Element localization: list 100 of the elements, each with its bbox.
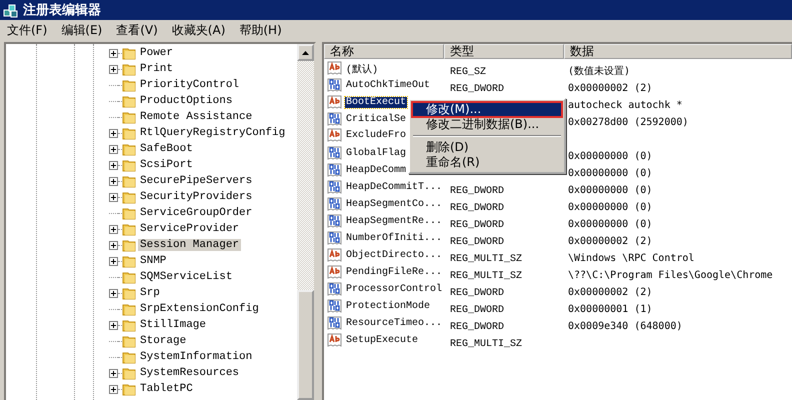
tree-item[interactable]: ScsiPort [138, 159, 195, 171]
tree-item[interactable]: Session Manager [138, 239, 242, 251]
expand-icon[interactable] [109, 160, 118, 170]
binary-value-icon [327, 231, 343, 246]
tree-item[interactable]: ServiceGroupOrder [138, 207, 254, 219]
folder-icon [122, 158, 136, 172]
value-name[interactable]: HeapSegmentRe... [345, 216, 444, 227]
tree-item[interactable]: Print [138, 63, 176, 75]
value-name[interactable]: ObjectDirecto... [345, 250, 444, 261]
window-title: 注册表编辑器 [23, 2, 101, 19]
value-name[interactable]: HeapDeComm [345, 165, 408, 176]
value-type: REG_DWORD [449, 288, 506, 299]
column-header[interactable]: 类型 [444, 44, 564, 59]
tree-item[interactable]: ProductOptions [138, 95, 234, 107]
expand-icon[interactable] [109, 224, 118, 234]
expand-icon[interactable] [109, 176, 118, 186]
value-name[interactable]: CriticalSe [345, 114, 408, 125]
expand-icon[interactable] [109, 48, 118, 58]
scroll-up-button[interactable] [297, 44, 314, 61]
value-data: autocheck autochk * [567, 100, 682, 111]
expand-icon[interactable] [109, 384, 118, 394]
context-menu-item[interactable]: 删除(D) [412, 140, 562, 155]
folder-icon [122, 254, 136, 268]
value-data: 0x0009e340 (648000) [567, 321, 682, 332]
tree-item[interactable]: SNMP [138, 255, 168, 267]
tree-item[interactable]: Power [138, 47, 176, 59]
value-type: REG_MULTI_SZ [449, 339, 524, 350]
value-data: (数值未设置) [567, 66, 630, 77]
folder-icon [122, 190, 136, 204]
tree-item[interactable]: PriorityControl [138, 79, 242, 91]
tree-item[interactable]: StillImage [138, 319, 208, 331]
string-value-icon [327, 95, 343, 110]
menu-item[interactable]: 文件(F) [4, 22, 54, 38]
string-value-icon [327, 248, 343, 263]
expand-icon[interactable] [109, 256, 118, 266]
expand-icon[interactable] [109, 192, 118, 202]
value-name[interactable]: SetupExecute [345, 335, 420, 346]
value-data: 0x00278d00 (2592000) [567, 117, 688, 128]
binary-value-icon [327, 78, 343, 93]
context-menu-item[interactable]: 修改二进制数据(B)... [412, 117, 562, 132]
value-name[interactable]: GlobalFlag [345, 148, 408, 159]
tree-item[interactable]: ServiceProvider [138, 223, 242, 235]
value-name[interactable]: ResourceTimeo... [345, 318, 444, 329]
tree-item[interactable]: SafeBoot [138, 143, 195, 155]
value-name[interactable]: ExcludeFro [345, 130, 408, 141]
binary-value-icon [327, 112, 343, 127]
expand-icon[interactable] [109, 288, 118, 298]
tree-item[interactable]: TabletPC [138, 383, 195, 395]
value-name[interactable]: AutoChkTimeOut [345, 80, 432, 91]
value-data: 0x00000000 (0) [567, 151, 652, 162]
value-name[interactable]: HeapDeCommitT... [345, 182, 444, 193]
tree-item[interactable]: Srp [138, 287, 162, 299]
menu-item[interactable]: 查看(V) [113, 22, 165, 38]
column-header[interactable]: 数据 [564, 44, 792, 59]
menu-item[interactable]: 收藏夹(A) [168, 22, 232, 38]
tree-item[interactable]: Storage [138, 335, 188, 347]
value-name[interactable]: ProcessorControl [345, 284, 444, 295]
value-name[interactable]: PendingFileRe... [345, 267, 444, 278]
tree-item[interactable]: RtlQueryRegistryConfig [138, 127, 288, 139]
folder-icon [122, 206, 136, 220]
registry-icon [3, 2, 19, 18]
scroll-thumb[interactable] [297, 290, 314, 400]
tree-item[interactable]: SrpExtensionConfig [138, 303, 261, 315]
context-menu-item[interactable]: 重命名(R) [412, 155, 562, 170]
value-name[interactable]: BootExecut [345, 97, 408, 108]
value-data: 0x00000002 (2) [567, 236, 652, 247]
expand-icon[interactable] [109, 144, 118, 154]
value-data: 0x00000000 (0) [567, 219, 652, 230]
tree-item[interactable]: SQMServiceList [138, 271, 234, 283]
value-type: REG_SZ [449, 67, 488, 78]
value-name[interactable]: HeapSegmentCo... [345, 199, 444, 210]
tree-item[interactable]: SecurePipeServers [138, 175, 254, 187]
binary-value-icon [327, 316, 343, 331]
expand-icon[interactable] [109, 64, 118, 74]
value-type: REG_MULTI_SZ [449, 271, 524, 282]
expand-icon[interactable] [109, 320, 118, 330]
tree-item[interactable]: Remote Assistance [138, 111, 254, 123]
value-name[interactable]: (默认) [345, 62, 380, 76]
string-value-icon [327, 333, 343, 348]
value-name[interactable]: NumberOfIniti... [345, 233, 444, 244]
context-menu-item[interactable]: 修改(M)... [412, 102, 562, 117]
menu-item[interactable]: 帮助(H) [236, 22, 289, 38]
expand-icon[interactable] [109, 240, 118, 250]
up-arrow-icon [302, 50, 309, 54]
scrollbar[interactable] [297, 44, 314, 400]
tree-item[interactable]: SecurityProviders [138, 191, 254, 203]
expand-icon[interactable] [109, 368, 118, 378]
column-header[interactable]: 名称 [324, 44, 444, 59]
binary-value-icon [327, 146, 343, 161]
binary-value-icon [327, 180, 343, 195]
tree-item[interactable]: SystemResources [138, 367, 242, 379]
folder-icon [122, 62, 136, 76]
string-value-icon [327, 61, 343, 76]
expand-icon[interactable] [109, 128, 118, 138]
tree-item[interactable]: SystemInformation [138, 351, 254, 363]
menu-item[interactable]: 编辑(E) [58, 22, 110, 38]
folder-icon [122, 366, 136, 380]
folder-icon [122, 382, 136, 396]
value-name[interactable]: ProtectionMode [345, 301, 432, 312]
binary-value-icon [327, 299, 343, 314]
